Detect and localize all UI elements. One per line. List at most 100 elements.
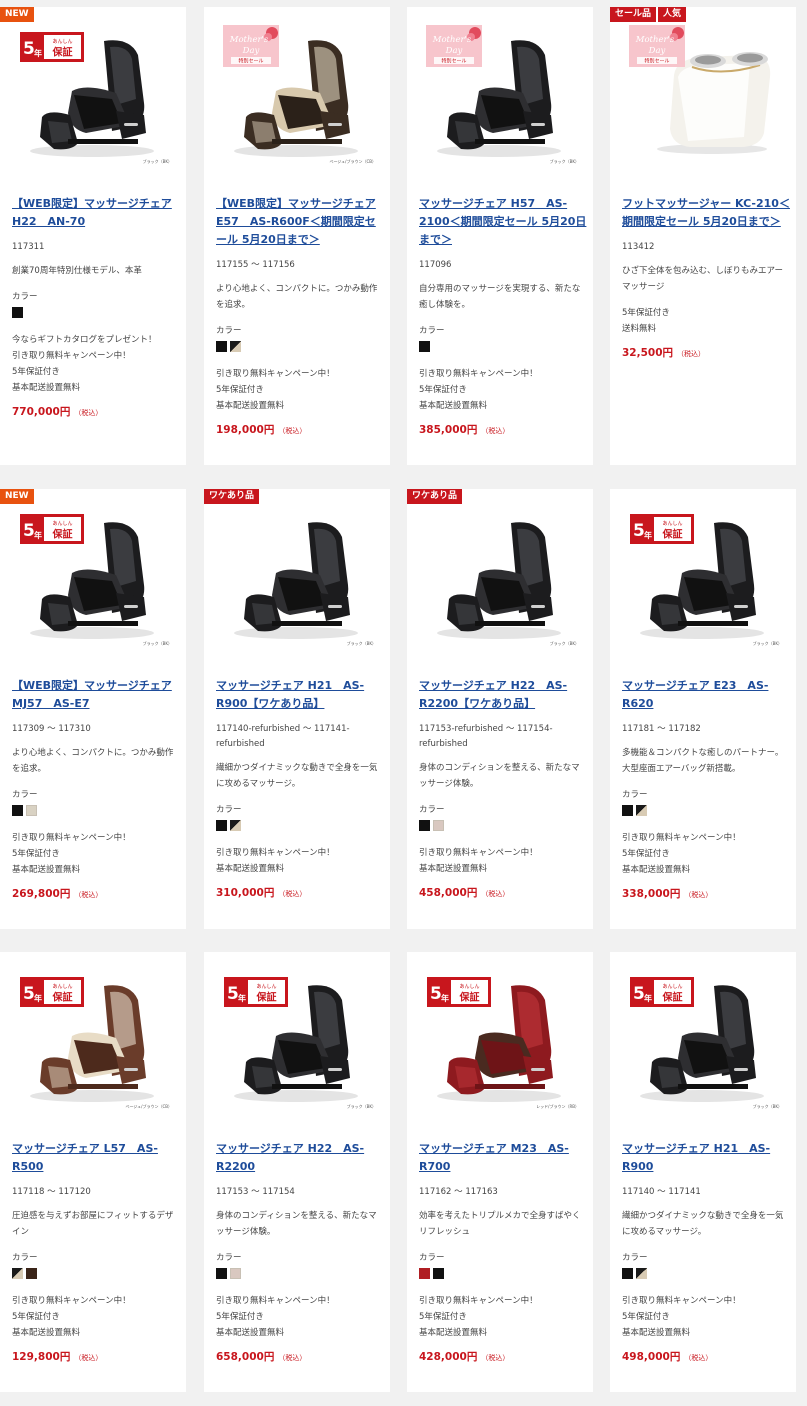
- color-swatch[interactable]: [622, 805, 633, 816]
- product-image[interactable]: 5 年あんしん 保証 ブラック（BK）: [204, 952, 390, 1122]
- product-image[interactable]: 5 年あんしん 保証 ベージュ/ブラウン（CB）: [0, 952, 186, 1122]
- product-card[interactable]: 5 年あんしん 保証 ブラック（BK） NEW 【WEB限定】マッサージチェア H22 A…: [0, 7, 186, 465]
- color-swatch[interactable]: [622, 1268, 633, 1279]
- color-swatch[interactable]: [419, 820, 430, 831]
- status-badge: 人気: [658, 7, 687, 22]
- svg-text:年: 年: [34, 48, 42, 58]
- color-label: カラー: [622, 790, 648, 800]
- product-notes: 今ならギフトカタログをプレゼント！ 引き取り無料キャンペーン中！ 5年保証付き 基本配…: [12, 332, 180, 396]
- color-swatch[interactable]: [216, 820, 227, 831]
- product-description: 身体のコンディションを整える、新たなマッサージ体験。: [419, 763, 580, 789]
- product-card[interactable]: 5 年あんしん 保証 ブラック（BK） マッサージチェア E23 AS-R620 1171…: [610, 489, 796, 929]
- massage-chair-black-icon: [419, 515, 579, 647]
- price-value: 310,000円: [216, 887, 275, 899]
- product-image[interactable]: 5 年あんしん 保証 ブラック（BK） NEW: [0, 7, 186, 177]
- product-info: マッサージチェア E23 AS-R620 117181 ～ 117182 多機能＆コ…: [622, 677, 790, 903]
- color-swatches: [622, 805, 790, 816]
- product-image[interactable]: ブラック（BK） ワケあり品: [407, 489, 593, 659]
- product-name-link[interactable]: マッサージチェア H57 AS-2100＜期間限定セール 5月20日まで＞: [419, 195, 587, 249]
- color-swatch[interactable]: [636, 805, 647, 816]
- product-card[interactable]: ブラック（BK） ワケあり品マッサージチェア H21 AS-R900【ワケあり品】…: [204, 489, 390, 929]
- product-name-link[interactable]: マッサージチェア H21 AS-R900【ワケあり品】: [216, 677, 384, 713]
- color-swatch[interactable]: [216, 341, 227, 352]
- product-code: 117309 ～ 117310: [12, 724, 91, 734]
- note-line: 5年保証付き: [12, 367, 60, 377]
- color-swatch[interactable]: [230, 820, 241, 831]
- note-line: 基本配送設置無料: [419, 401, 488, 411]
- color-swatch[interactable]: [12, 307, 23, 318]
- image-color-caption: ベージュ/ブラウン（CB）: [329, 159, 376, 164]
- product-card[interactable]: Mother's Day 特別セール セール品 人気フットマッサージャー KC-210＜…: [610, 7, 796, 465]
- product-name-link[interactable]: 【WEB限定】マッサージチェア MJ57 AS-E7: [12, 677, 180, 713]
- note-line: 引き取り無料キャンペーン中！: [12, 833, 131, 843]
- svg-text:保証: 保証: [662, 528, 683, 541]
- warranty-5yr-badge: 5 年あんしん 保証: [630, 977, 694, 1011]
- product-name-link[interactable]: マッサージチェア H22 AS-R2200: [216, 1140, 384, 1176]
- product-card[interactable]: ブラック（BK） ワケあり品マッサージチェア H22 AS-R2200【ワケあり品…: [407, 489, 593, 929]
- product-code: 117311: [12, 242, 45, 252]
- product-code: 117153-refurbished ～ 117154-refurbished: [419, 724, 553, 749]
- svg-text:保証: 保証: [52, 46, 73, 59]
- product-name-link[interactable]: マッサージチェア L57 AS-R500: [12, 1140, 180, 1176]
- svg-text:Mother's: Mother's: [432, 35, 472, 45]
- price: 658,000円 （税込）: [216, 1349, 384, 1366]
- product-image[interactable]: 5 年あんしん 保証 ブラック（BK）: [610, 489, 796, 659]
- product-image[interactable]: Mother's Day 特別セールベージュ/ブラウン（CB）: [204, 7, 390, 177]
- product-name-link[interactable]: 【WEB限定】マッサージチェア E57 AS-R600F＜期間限定セール 5月2…: [216, 195, 384, 249]
- product-description: より心地よく、コンパクトに。つかみ動作を追求。: [12, 748, 174, 774]
- color-label: カラー: [419, 1253, 445, 1263]
- color-swatch[interactable]: [230, 341, 241, 352]
- product-card[interactable]: 5 年あんしん 保証 ブラック（BK） マッサージチェア H22 AS-R2200 117…: [204, 952, 390, 1392]
- tax-label: （税込）: [684, 891, 713, 899]
- product-image[interactable]: 5 年あんしん 保証 ブラック（BK）: [610, 952, 796, 1122]
- product-name-link[interactable]: 【WEB限定】マッサージチェア H22 AN-70: [12, 195, 180, 231]
- color-swatch[interactable]: [419, 1268, 430, 1279]
- product-info: マッサージチェア L57 AS-R500 117118 ～ 117120 圧迫感を与…: [12, 1140, 180, 1366]
- product-card[interactable]: 5 年あんしん 保証 ベージュ/ブラウン（CB） マッサージチェア L57 AS-R50…: [0, 952, 186, 1392]
- color-swatch[interactable]: [433, 820, 444, 831]
- product-image[interactable]: 5 年あんしん 保証 レッド/ブラウン（RB）: [407, 952, 593, 1122]
- color-swatches: [622, 1268, 790, 1279]
- product-card[interactable]: Mother's Day 特別セール ブラック（BK） マッサージチェア H57 AS-…: [407, 7, 593, 465]
- svg-text:年: 年: [644, 993, 652, 1003]
- color-swatches: [216, 341, 384, 352]
- warranty-5yr-badge: 5 年あんしん 保証: [20, 514, 84, 548]
- svg-text:あんしん: あんしん: [52, 521, 72, 527]
- color-swatch[interactable]: [216, 1268, 227, 1279]
- svg-text:年: 年: [34, 530, 42, 540]
- product-info: マッサージチェア H21 AS-R900 117140 ～ 117141 繊細かつダ…: [622, 1140, 790, 1366]
- product-name-link[interactable]: マッサージチェア M23 AS-R700: [419, 1140, 587, 1176]
- mothers-day-sale-badge: Mother's Day 特別セール: [223, 25, 279, 71]
- image-color-caption: ブラック（BK）: [549, 159, 579, 164]
- color-label: カラー: [622, 1253, 648, 1263]
- product-name-link[interactable]: マッサージチェア H22 AS-R2200【ワケあり品】: [419, 677, 587, 713]
- product-card[interactable]: Mother's Day 特別セールベージュ/ブラウン（CB） 【WEB限定】マッサー…: [204, 7, 390, 465]
- product-name-link[interactable]: マッサージチェア E23 AS-R620: [622, 677, 790, 713]
- product-notes: 引き取り無料キャンペーン中！ 5年保証付き 基本配送設置無料: [12, 830, 180, 878]
- product-name-link[interactable]: マッサージチェア H21 AS-R900: [622, 1140, 790, 1176]
- product-image[interactable]: 5 年あんしん 保証 ブラック（BK） NEW: [0, 489, 186, 659]
- product-card[interactable]: 5 年あんしん 保証 レッド/ブラウン（RB） マッサージチェア M23 AS-R700…: [407, 952, 593, 1392]
- product-name-link[interactable]: フットマッサージャー KC-210＜期間限定セール 5月20日まで＞: [622, 195, 790, 231]
- color-swatch[interactable]: [26, 1268, 37, 1279]
- badge-group: ワケあり品: [204, 489, 260, 504]
- color-swatch[interactable]: [636, 1268, 647, 1279]
- color-swatch[interactable]: [12, 805, 23, 816]
- svg-text:Mother's: Mother's: [229, 35, 269, 45]
- image-color-caption: ブラック（BK）: [142, 159, 172, 164]
- note-line: 5年保証付き: [622, 849, 670, 859]
- product-image[interactable]: Mother's Day 特別セール セール品 人気: [610, 7, 796, 177]
- color-label: カラー: [12, 1253, 38, 1263]
- product-card[interactable]: 5 年あんしん 保証 ブラック（BK） NEW 【WEB限定】マッサージチェア MJ57 …: [0, 489, 186, 929]
- color-swatch[interactable]: [26, 805, 37, 816]
- product-card[interactable]: 5 年あんしん 保証 ブラック（BK） マッサージチェア H21 AS-R900 1171…: [610, 952, 796, 1392]
- note-line: 基本配送設置無料: [12, 383, 81, 393]
- product-image[interactable]: ブラック（BK） ワケあり品: [204, 489, 390, 659]
- svg-text:特別セール: 特別セール: [644, 58, 669, 65]
- product-image[interactable]: Mother's Day 特別セール ブラック（BK）: [407, 7, 593, 177]
- color-swatch[interactable]: [230, 1268, 241, 1279]
- color-swatch[interactable]: [12, 1268, 23, 1279]
- color-swatch[interactable]: [433, 1268, 444, 1279]
- color-swatch[interactable]: [419, 341, 430, 352]
- price-value: 458,000円: [419, 887, 478, 899]
